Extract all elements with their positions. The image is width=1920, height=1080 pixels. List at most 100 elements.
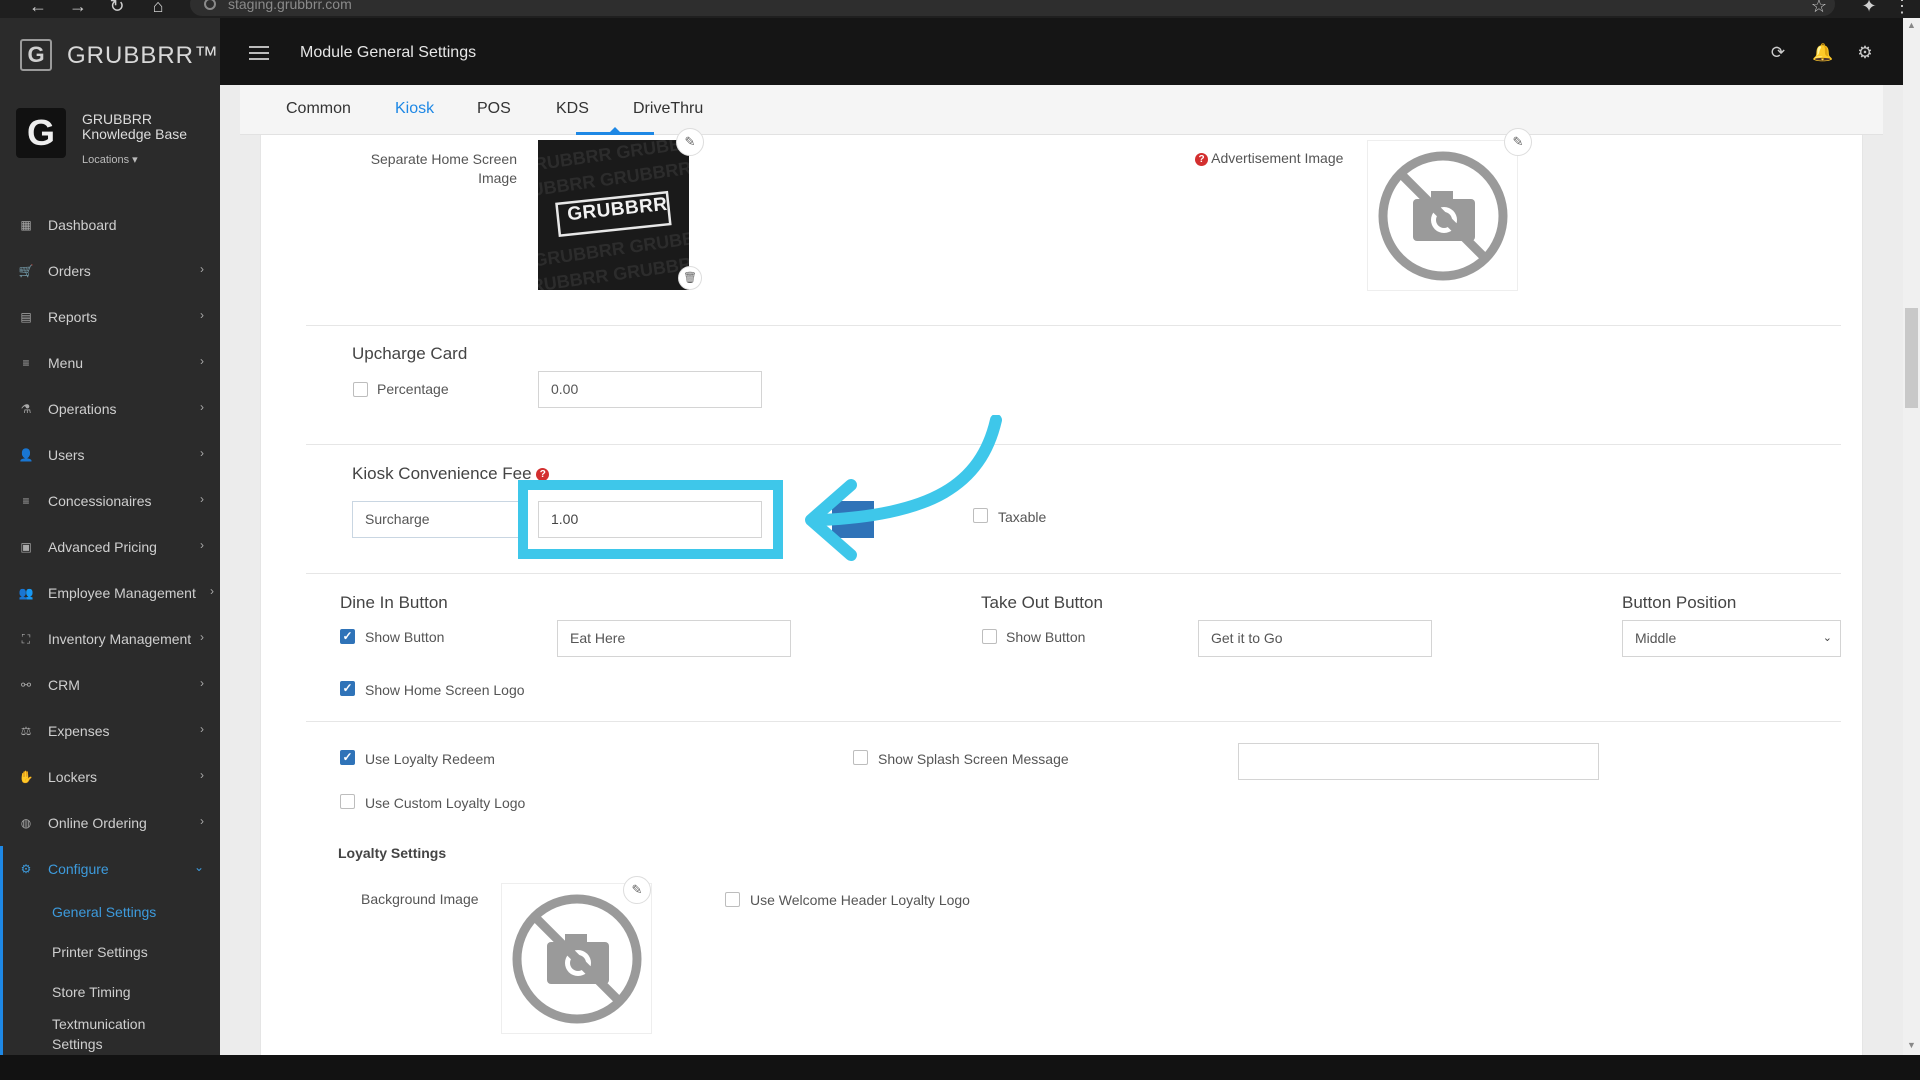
sidebar-subitem-label: General Settings [52,904,157,920]
group-icon: 👥 [18,586,34,600]
no-image-camera-icon [1378,151,1508,281]
sidebar-item-online-ordering[interactable]: ◍ Online Ordering › [0,800,220,846]
hamburger-menu-icon[interactable] [249,46,269,60]
sidebar-item-label: Advanced Pricing [48,539,157,555]
tab-pos[interactable]: POS [477,100,511,118]
settings-gear-icon[interactable]: ⚙ [1856,44,1874,62]
sidebar-item-expenses[interactable]: ⚖ Expenses › [0,708,220,754]
take-out-show-checkbox[interactable] [982,629,997,644]
upcharge-value-input[interactable]: 0.00 [538,371,762,408]
forward-icon[interactable]: → [67,0,89,15]
callout-highlight-box [518,480,783,559]
edit-home-image-pencil-icon[interactable]: ✎ [676,128,704,156]
sidebar-item-crm[interactable]: ⚯ CRM › [0,662,220,708]
sidebar-item-menu[interactable]: ≡ Menu › [0,340,220,386]
gear-icon: ⚙ [20,862,32,876]
sidebar-item-advanced-pricing[interactable]: ▣ Advanced Pricing › [0,524,220,570]
splash-message-label: Show Splash Screen Message [878,751,1069,767]
tab-common[interactable]: Common [286,100,351,118]
tab-kiosk[interactable]: Kiosk [395,100,434,118]
scrollbar-thumb[interactable] [1905,308,1918,408]
chevron-right-icon: › [200,814,204,828]
bell-icon[interactable]: 🔔 [1812,44,1833,62]
edit-background-pencil-icon[interactable]: ✎ [623,876,651,904]
locations-dropdown[interactable]: Locations ▾ [82,153,138,166]
fee-type-select[interactable]: Surcharge [352,501,522,538]
money-icon: ▣ [20,540,32,554]
tab-drivethru[interactable]: DriveThru [633,100,703,118]
extensions-icon[interactable]: ✦ [1858,0,1880,15]
dashboard-icon: ▦ [20,218,32,232]
sidebar-item-orders[interactable]: 🛒 Orders › [0,248,220,294]
take-out-title: Take Out Button [981,593,1103,612]
brand-area: G GRUBBRR™ [0,18,220,85]
help-icon[interactable]: ? [1195,152,1208,166]
sidebar-item-label: Inventory Management [48,631,192,647]
page-scrollbar[interactable]: ▲ ▼ [1903,18,1920,1055]
sidebar-subitem-label: Store Timing [52,984,131,1000]
sidebar-subitem-label: Textmunication Settings [52,1016,146,1052]
link-icon: ⚯ [20,678,32,692]
scroll-up-arrow-icon[interactable]: ▲ [1907,20,1916,30]
home-icon[interactable]: ⌂ [147,0,169,15]
sidebar-item-dashboard[interactable]: ▦ Dashboard [0,202,220,248]
sidebar-item-concessionaires[interactable]: ≡ Concessionaires › [0,478,220,524]
dine-in-title: Dine In Button [340,593,448,612]
refresh-icon[interactable]: ⟳ [1769,44,1787,62]
splash-message-checkbox[interactable] [853,750,868,765]
custom-loyalty-logo-checkbox[interactable] [340,794,355,809]
list-icon: ≡ [22,356,30,370]
sidebar-item-label: Configure [48,861,109,877]
sidebar-subitem-general-settings[interactable]: General Settings [0,892,220,932]
button-position-select[interactable]: Middle ⌄ [1622,620,1841,657]
button-position-value: Middle [1635,630,1677,646]
show-home-logo-checkbox[interactable]: ✓ [340,681,355,696]
sidebar-subitem-store-timing[interactable]: Store Timing [0,972,220,1012]
delete-home-image-trash-icon[interactable]: 🗑 [678,266,702,290]
advertisement-image-text: Advertisement Image [1211,150,1344,166]
chevron-right-icon: › [200,492,204,506]
sidebar-item-label: Employee Management [48,585,196,601]
sidebar-item-inventory-management[interactable]: ⛶ Inventory Management › [0,616,220,662]
splash-message-input[interactable] [1238,743,1599,780]
sidebar-item-configure[interactable]: ⚙ Configure ⌄ [0,846,220,892]
sidebar-item-label: Concessionaires [48,493,152,509]
bookmark-star-icon[interactable]: ☆ [1808,0,1830,15]
sidebar-item-operations[interactable]: ⚗ Operations › [0,386,220,432]
percentage-label: Percentage [377,381,449,397]
browser-menu-icon[interactable]: ⋮ [1893,0,1911,15]
tab-kds[interactable]: KDS [556,100,589,118]
chevron-right-icon: › [200,538,204,552]
callout-arrow [805,415,1002,561]
sidebar-item-users[interactable]: 👤 Users › [0,432,220,478]
chevron-right-icon: › [200,446,204,460]
sidebar-item-reports[interactable]: ▤ Reports › [0,294,220,340]
address-bar[interactable]: staging.grubbrr.com [190,0,1835,16]
dine-in-text-input[interactable]: Eat Here [557,620,791,657]
site-info-icon[interactable] [204,0,216,10]
sidebar-item-label: CRM [48,677,80,693]
chevron-right-icon: › [200,262,204,276]
sitemap-icon: ⛶ [21,632,31,646]
sidebar-item-label: Online Ordering [48,815,147,831]
reload-icon[interactable]: ↻ [106,0,128,15]
app-root: { "browser": { "url": "staging.grubbrr.c… [0,0,1920,1080]
scroll-down-arrow-icon[interactable]: ▼ [1907,1040,1916,1050]
sidebar-item-label: Reports [48,309,98,325]
sidebar-item-label: Dashboard [48,217,117,233]
loyalty-redeem-checkbox[interactable]: ✓ [340,750,355,765]
store-name: GRUBBRR Knowledge Base [82,111,188,142]
sidebar-subitem-textmunication-settings[interactable]: Textmunication Settings [0,1012,220,1056]
welcome-header-logo-checkbox[interactable] [725,892,740,907]
sidebar-item-lockers[interactable]: ✋ Lockers › [0,754,220,800]
take-out-text-input[interactable]: Get it to Go [1198,620,1432,657]
sidebar-item-label: Expenses [48,723,110,739]
scale-icon: ⚖ [20,724,32,738]
sidebar-subitem-printer-settings[interactable]: Printer Settings [0,932,220,972]
edit-advertisement-pencil-icon[interactable]: ✎ [1504,128,1532,156]
kiosk-settings-panel: Separate Home Screen Image GRUBBRR GRUBB… [260,128,1863,1055]
percentage-checkbox[interactable] [353,382,368,397]
dine-in-show-checkbox[interactable]: ✓ [340,629,355,644]
sidebar-item-employee-management[interactable]: 👥 Employee Management › [0,570,220,616]
back-icon[interactable]: ← [27,0,49,15]
